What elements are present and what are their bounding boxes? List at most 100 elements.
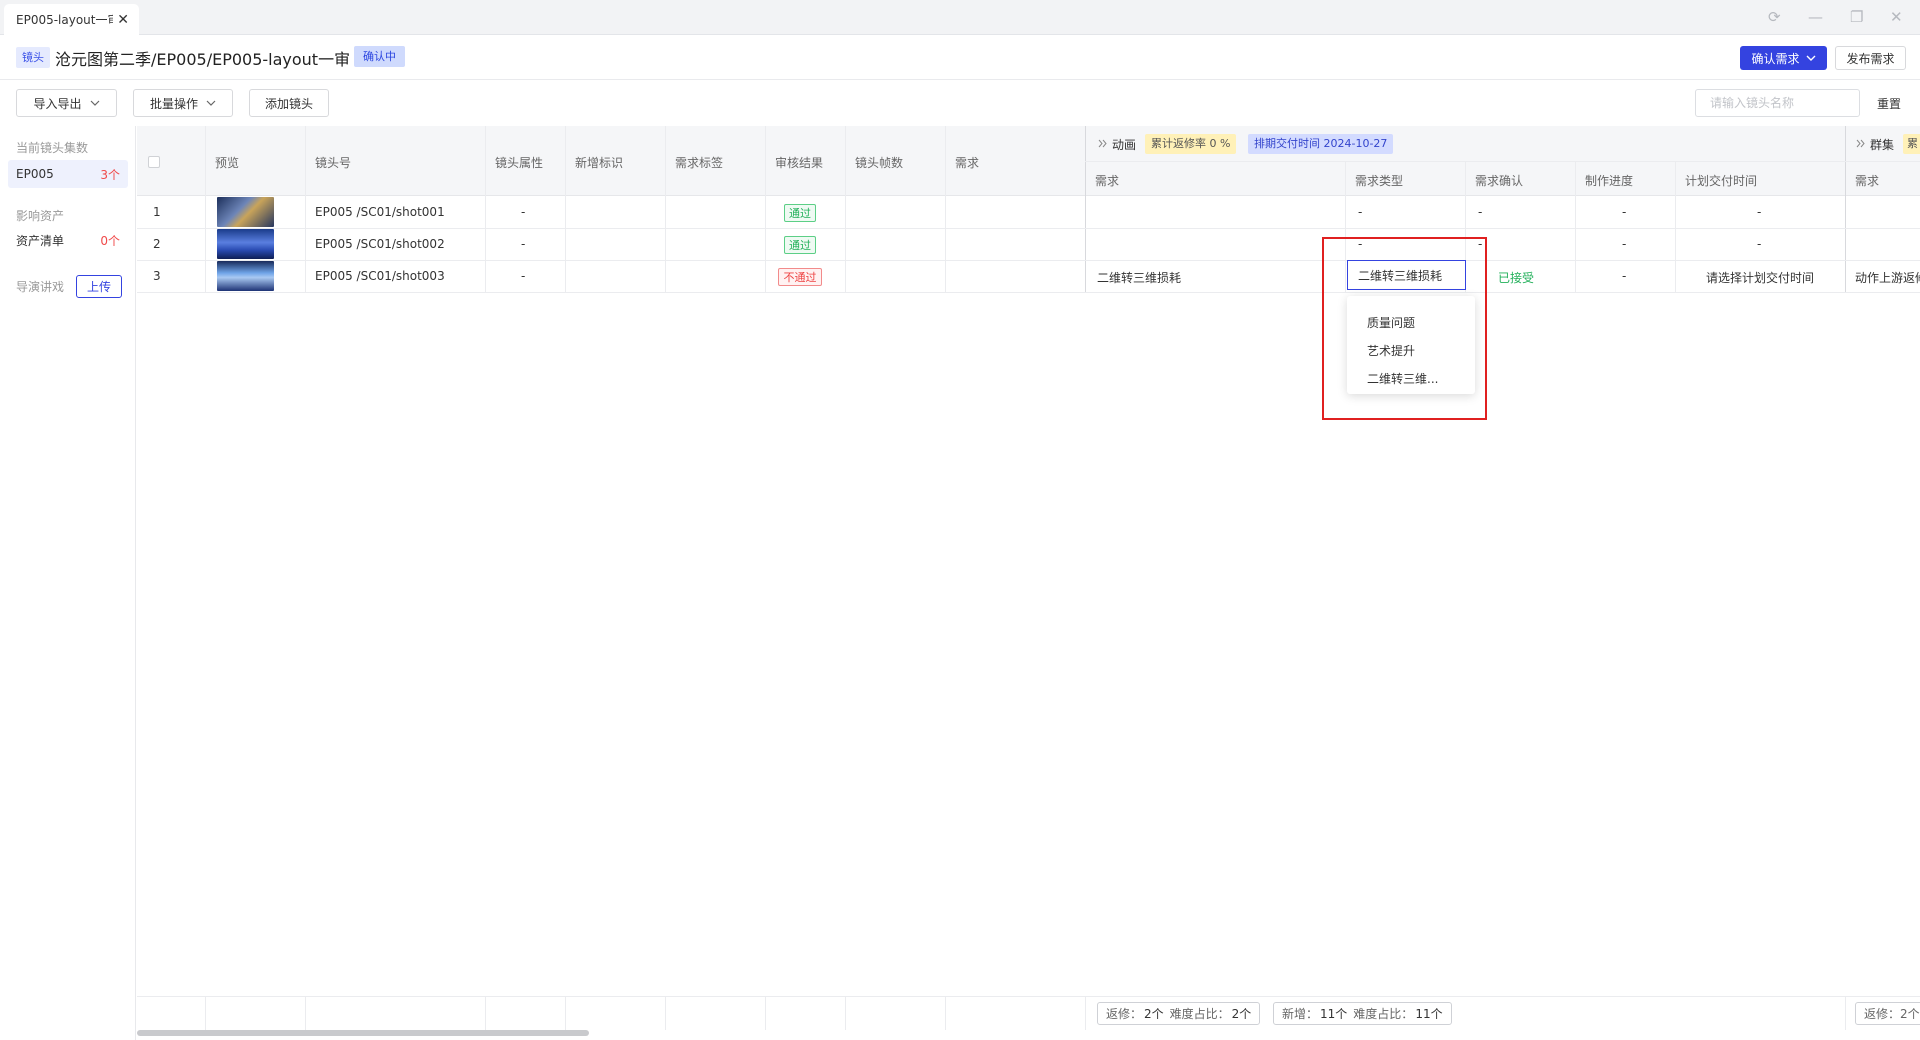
- shot-thumbnail[interactable]: [217, 197, 274, 227]
- asset-list-count: 0个: [100, 233, 120, 248]
- anim-progress: -: [1622, 237, 1627, 251]
- anim-requirement[interactable]: 二维转三维损耗: [1097, 269, 1181, 286]
- anim-plan[interactable]: -: [1757, 237, 1761, 251]
- review-badge-pass: 通过: [784, 236, 816, 254]
- footer-difficulty-value: 2个: [1231, 1007, 1252, 1021]
- sidebar-item-asset-list[interactable]: 资产清单 0个: [8, 226, 128, 254]
- anim-progress: -: [1622, 269, 1627, 283]
- column-header-shot-attr: 镜头属性: [495, 156, 544, 170]
- dropdown-option-art[interactable]: 艺术提升: [1367, 342, 1415, 359]
- crowd-requirement[interactable]: 动作上游返修: [1855, 269, 1920, 286]
- import-export-dropdown[interactable]: 导入导出: [16, 89, 117, 117]
- horizontal-scrollbar[interactable]: [137, 1030, 589, 1036]
- refresh-icon[interactable]: ⟳: [1768, 8, 1781, 26]
- confirm-requirement-button[interactable]: 确认需求: [1740, 46, 1827, 70]
- confirm-requirement-label: 确认需求: [1751, 51, 1800, 66]
- column-header-anim-req: 需求: [1095, 174, 1120, 188]
- footer-difficulty-value: 11个: [1415, 1007, 1443, 1021]
- episode-count: 3个: [100, 167, 120, 182]
- close-window-icon[interactable]: ✕: [1890, 8, 1903, 26]
- anim-progress: -: [1622, 205, 1627, 219]
- current-episodes-label: 当前镜头集数: [16, 141, 89, 155]
- column-header-preview: 预览: [215, 156, 240, 170]
- group-animation-label: 动画: [1112, 138, 1137, 152]
- dropdown-option-2d3d[interactable]: 二维转三维...: [1367, 370, 1438, 387]
- status-badge: 确认中: [354, 46, 405, 67]
- shot-thumbnail[interactable]: [217, 229, 274, 259]
- footer-crowd-summary: 返修：2个: [1855, 1002, 1920, 1025]
- minimize-icon[interactable]: —: [1808, 8, 1823, 26]
- column-header-new-mark: 新增标识: [575, 156, 624, 170]
- sidebar-item-ep005[interactable]: EP005 3个: [8, 160, 128, 188]
- footer-difficulty-label: 难度占比：: [1169, 1007, 1230, 1021]
- footer-new-label: 新增：: [1282, 1007, 1319, 1021]
- shot-number[interactable]: EP005 /SC01/shot001: [315, 205, 445, 219]
- anim-type[interactable]: -: [1358, 237, 1362, 251]
- column-header-review: 审核结果: [775, 156, 824, 170]
- anim-type[interactable]: -: [1358, 205, 1362, 219]
- chevron-down-icon: [206, 100, 216, 106]
- batch-operation-label: 批量操作: [149, 96, 198, 111]
- anim-confirm: -: [1478, 237, 1483, 251]
- group-crowd-label: 群集: [1870, 138, 1895, 152]
- window-titlebar: EP005-layout一审 ✕ ⟳ — ❐ ✕: [0, 0, 1920, 35]
- affected-assets-label: 影响资产: [16, 209, 65, 223]
- chevron-down-icon: [90, 100, 99, 106]
- column-header-crowd-req: 需求: [1855, 174, 1880, 188]
- column-header-frames: 镜头帧数: [855, 156, 904, 170]
- column-header-anim-plan: 计划交付时间: [1685, 174, 1758, 188]
- shot-number[interactable]: EP005 /SC01/shot002: [315, 237, 445, 251]
- dropdown-option-quality[interactable]: 质量问题: [1367, 314, 1415, 331]
- shot-attr: -: [521, 269, 526, 283]
- breadcrumb: 沧元图第二季/EP005/EP005-layout一审: [55, 50, 351, 69]
- episode-name: EP005: [16, 167, 54, 181]
- batch-operation-dropdown[interactable]: 批量操作: [133, 89, 233, 117]
- requirement-type-select[interactable]: 二维转三维损耗: [1347, 260, 1466, 290]
- rework-rate-chip: 累计返修率 0 %: [1145, 134, 1237, 154]
- requirement-type-dropdown: 质量问题 艺术提升 二维转三维...: [1347, 296, 1475, 394]
- shot-attr: -: [521, 205, 526, 219]
- review-badge-pass: 通过: [784, 204, 816, 222]
- row-index: 2: [153, 237, 161, 251]
- column-header-anim-type: 需求类型: [1355, 174, 1404, 188]
- column-header-req: 需求: [955, 156, 980, 170]
- column-header-anim-confirm: 需求确认: [1475, 174, 1524, 188]
- delivery-date-chip: 排期交付时间 2024-10-27: [1248, 134, 1394, 154]
- chevron-down-icon: [1806, 55, 1815, 61]
- anim-plan[interactable]: -: [1757, 205, 1761, 219]
- footer-new-summary: 新增： 11个 难度占比： 11个: [1273, 1002, 1452, 1025]
- row-index: 1: [153, 205, 161, 219]
- expand-group-icon[interactable]: [1856, 139, 1865, 148]
- anim-plan-select[interactable]: 请选择计划交付时间: [1706, 269, 1814, 286]
- import-export-label: 导入导出: [33, 96, 82, 111]
- select-all-checkbox[interactable]: [148, 156, 160, 168]
- toolbar: 导入导出 批量操作 添加镜头: [0, 80, 1920, 125]
- window-tab[interactable]: EP005-layout一审 ✕: [4, 4, 139, 35]
- anim-confirm-accepted: 已接受: [1498, 271, 1535, 285]
- add-shot-button[interactable]: 添加镜头: [249, 89, 329, 117]
- shot-search-input[interactable]: [1695, 89, 1860, 117]
- footer-rework-summary: 返修： 2个 难度占比： 2个: [1097, 1002, 1261, 1025]
- upload-button[interactable]: 上传: [76, 275, 122, 298]
- restore-icon[interactable]: ❐: [1850, 8, 1863, 26]
- column-header-anim-progress: 制作进度: [1585, 174, 1634, 188]
- footer-rework-count: 2个: [1144, 1007, 1164, 1021]
- shot-table: 预览 镜头号 镜头属性 新增标识 需求标签 审核结果 镜头帧数 需求 动画 累计…: [137, 126, 1920, 1040]
- asset-list-name: 资产清单: [16, 233, 65, 248]
- publish-requirement-button[interactable]: 发布需求: [1835, 46, 1906, 70]
- column-header-req-tag: 需求标签: [675, 156, 724, 170]
- close-tab-icon[interactable]: ✕: [117, 12, 129, 28]
- director-notes-label: 导演讲戏: [16, 280, 65, 294]
- window-tab-label: EP005-layout一审: [16, 13, 114, 27]
- shot-thumbnail[interactable]: [217, 261, 274, 291]
- shot-number[interactable]: EP005 /SC01/shot003: [315, 269, 445, 283]
- anim-confirm: -: [1478, 205, 1483, 219]
- footer-rework-label: 返修：: [1106, 1007, 1143, 1021]
- row-index: 3: [153, 269, 161, 283]
- expand-group-icon[interactable]: [1098, 139, 1107, 148]
- reset-button[interactable]: 重置: [1877, 95, 1901, 112]
- page-header: 镜头 沧元图第二季/EP005/EP005-layout一审 确认中 确认需求 …: [0, 35, 1920, 80]
- shot-attr: -: [521, 237, 526, 251]
- footer-difficulty-label: 难度占比：: [1353, 1007, 1414, 1021]
- footer-new-count: 11个: [1320, 1007, 1348, 1021]
